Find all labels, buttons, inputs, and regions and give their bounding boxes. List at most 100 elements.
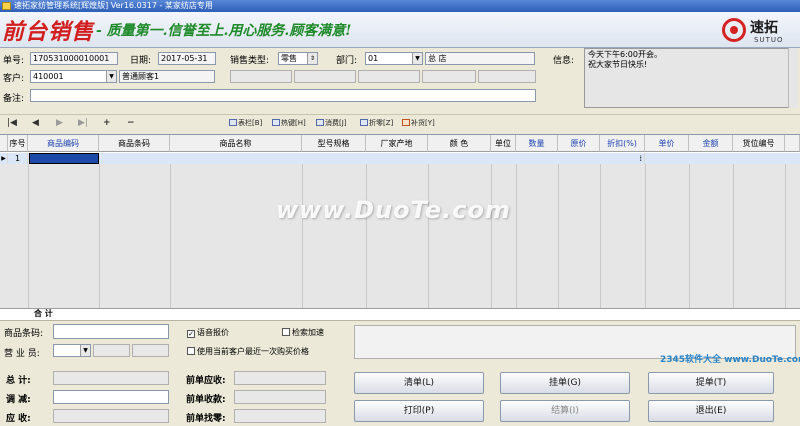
company-logo: 速拓 SUTUO [716, 14, 796, 48]
grid-line [302, 164, 303, 309]
checkout-panel: 商品条码: 营 业 员: ▼ ✓ 语音报价 检索加速 使用当前客户最近一次购买价格… [0, 320, 800, 426]
col-header-discount[interactable]: 折扣(%) [600, 135, 645, 152]
barcode-input[interactable] [53, 324, 169, 339]
col-header-manufacturer[interactable]: 厂家产地 [366, 135, 428, 152]
note-input[interactable] [30, 89, 536, 102]
customer-info-field-5 [478, 70, 536, 83]
sales-grid[interactable]: 序号 商品编码 商品条码 商品名称 型号规格 厂家产地 颜 色 单位 数量 原价… [0, 134, 800, 320]
adjust-input[interactable] [53, 390, 169, 404]
window-title-bar: 速拓家纺管理系统[辉煌版] Ver16.0317 - 某家纺店专用 [0, 0, 800, 12]
site-watermark: www.DuoTe.com [276, 196, 511, 224]
chevron-down-icon[interactable]: ▼ [106, 71, 116, 82]
last-record-button[interactable]: ▶| [78, 118, 88, 128]
card-icon [316, 119, 324, 126]
prev-change-label: 前单找零: [186, 414, 226, 424]
hold-order-button[interactable]: 挂单(G) [500, 372, 630, 394]
grid-line [99, 164, 100, 309]
col-header-orig-price[interactable]: 原价 [558, 135, 600, 152]
customer-select[interactable]: 410001 ▼ [30, 70, 117, 83]
exit-button[interactable]: 退出(E) [648, 400, 774, 422]
grid-line [785, 164, 786, 309]
date-field[interactable]: 2017-05-31 [158, 52, 216, 65]
col-header-amount[interactable]: 金额 [689, 135, 733, 152]
spinner-icon[interactable]: ⇕ [307, 53, 317, 64]
discount-cell-spinner[interactable]: ⁞ [600, 153, 645, 164]
receivable-label: 应 收: [6, 414, 31, 424]
col-header-product-code[interactable]: 商品编码 [28, 135, 99, 152]
grid-line [170, 164, 171, 309]
last-price-checkbox[interactable]: 使用当前客户最近一次购买价格 [187, 346, 309, 357]
customer-info-field-1 [230, 70, 292, 83]
col-header-color[interactable]: 颜 色 [428, 135, 491, 152]
clear-list-button[interactable]: 清单(L) [354, 372, 484, 394]
product-code-cell-editor[interactable] [29, 153, 99, 164]
dept-label: 部门: [336, 56, 358, 66]
checkbox-icon [282, 328, 290, 336]
doc-no-label: 单号: [3, 56, 25, 66]
sale-type-select[interactable]: 零售 ⇕ [278, 52, 318, 65]
col-header-barcode[interactable]: 商品条码 [99, 135, 170, 152]
sale-type-label: 销售类型: [230, 56, 270, 66]
col-header-model[interactable]: 型号规格 [302, 135, 366, 152]
grid-line [645, 164, 646, 309]
col-header-product-name[interactable]: 商品名称 [170, 135, 302, 152]
checkbox-icon [187, 347, 195, 355]
col-header-unit[interactable]: 单位 [491, 135, 516, 152]
print-button[interactable]: 打印(P) [354, 400, 484, 422]
dept-select[interactable]: 01 ▼ [365, 52, 423, 65]
grid-line [689, 164, 690, 309]
doc-no-field[interactable]: 170531000010001 [30, 52, 118, 65]
customer-info-field-2 [294, 70, 356, 83]
grid-line [600, 164, 601, 309]
record-toolbar: |◀ ◀ ▶ ▶| + − 表栏[B] 热键[H] 消费[J] 折零[Z] 补货… [0, 114, 800, 132]
col-header-quantity[interactable]: 数量 [516, 135, 558, 152]
total-field [53, 371, 169, 385]
consume-button[interactable]: 消费[J] [316, 118, 347, 128]
info-message-box: 今天下午6:00开会。 祝大家节日快乐! [584, 48, 794, 108]
grid-line [516, 164, 517, 309]
info-scrollbar[interactable] [788, 48, 798, 108]
salesman-extra-field [132, 344, 169, 357]
chevron-down-icon[interactable]: ▼ [412, 53, 422, 64]
col-header-seq[interactable]: 序号 [8, 135, 28, 152]
date-label: 日期: [130, 56, 152, 66]
search-accel-checkbox[interactable]: 检索加速 [282, 327, 324, 338]
customer-info-field-3 [358, 70, 420, 83]
adjust-label: 调 减: [6, 395, 31, 405]
customer-name-field: 普通顾客1 [119, 70, 215, 83]
dept-name-field: 总 店 [425, 52, 535, 65]
grid-total-row: 合 计 [0, 308, 800, 319]
list-icon [360, 119, 368, 126]
round-off-button[interactable]: 折零[Z] [360, 118, 393, 128]
voice-quote-checkbox[interactable]: ✓ 语音报价 [187, 327, 229, 338]
grid-line [428, 164, 429, 309]
salesman-select[interactable]: ▼ [53, 344, 91, 357]
prev-change-field [234, 409, 326, 423]
settle-button[interactable]: 结算(I) [500, 400, 630, 422]
hotkey-button[interactable]: 热键[H] [272, 118, 306, 128]
total-label: 总 计: [6, 376, 31, 386]
grid-line [558, 164, 559, 309]
info-label: 信息: [553, 56, 575, 66]
columns-button[interactable]: 表栏[B] [229, 118, 262, 128]
table-row[interactable] [0, 153, 800, 164]
col-header-location[interactable]: 货位编号 [733, 135, 785, 152]
restock-button[interactable]: 补货[Y] [402, 118, 435, 128]
barcode-label: 商品条码: [4, 329, 44, 339]
row-pointer-icon: ▶ [0, 153, 8, 164]
grid-empty-area [0, 164, 800, 309]
next-record-button[interactable]: ▶ [56, 118, 63, 128]
chevron-down-icon[interactable]: ▼ [80, 345, 90, 356]
keyboard-icon [272, 119, 280, 126]
col-header-unit-price[interactable]: 单价 [645, 135, 689, 152]
logo-mark-icon [722, 18, 746, 42]
add-row-button[interactable]: + [103, 118, 111, 128]
delete-row-button[interactable]: − [127, 118, 135, 128]
retrieve-order-button[interactable]: 提单(T) [648, 372, 774, 394]
row-indicator-header [0, 135, 8, 152]
customer-label: 客户: [3, 74, 25, 84]
checkbox-checked-icon: ✓ [187, 330, 195, 338]
customer-code-value: 410001 [33, 72, 64, 81]
prev-record-button[interactable]: ◀ [32, 118, 39, 128]
first-record-button[interactable]: |◀ [7, 118, 17, 128]
